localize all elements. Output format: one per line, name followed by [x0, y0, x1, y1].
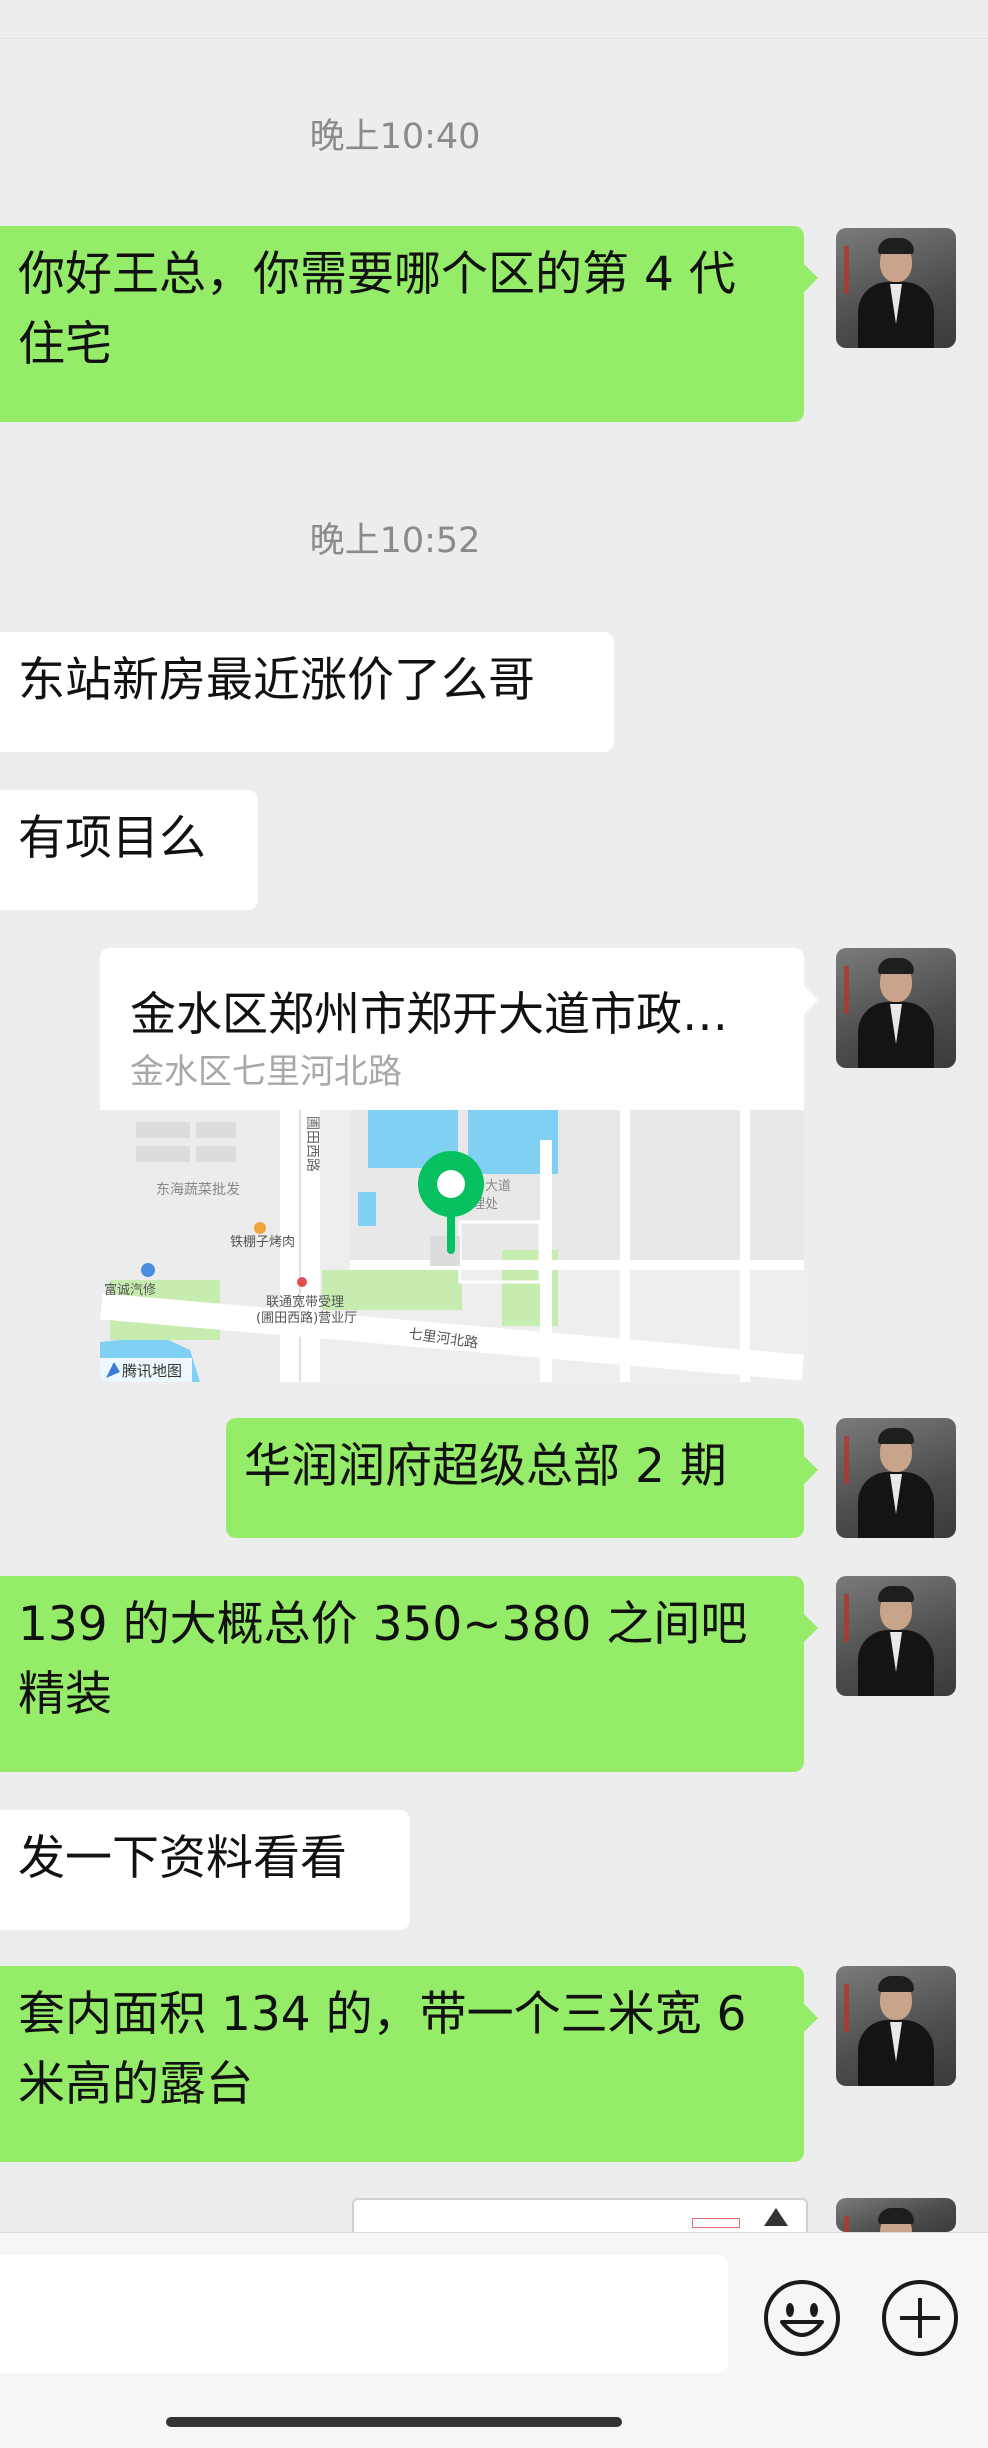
- message-text: 东站新房最近涨价了么哥: [18, 653, 535, 708]
- logo-icon: [764, 2208, 788, 2226]
- location-card[interactable]: 金水区郑州市郑开大道市政… 金水区七里河北路 圃田西路 东海蔬菜批发 铁棚子烤肉…: [100, 948, 804, 1382]
- message-text: 米高的露台: [18, 2057, 253, 2112]
- map-label: (圃田西路)营业厅: [256, 1310, 357, 1326]
- timestamp: 晚上10:40: [309, 117, 481, 157]
- smiley-icon[interactable]: [762, 2278, 842, 2358]
- avatar[interactable]: [836, 1966, 956, 2086]
- message-text: 华润润府超级总部 2 期: [244, 1439, 727, 1494]
- location-title: 金水区郑州市郑开大道市政…: [130, 987, 728, 1041]
- location-address: 金水区七里河北路: [130, 1052, 402, 1092]
- avatar[interactable]: [836, 228, 956, 348]
- avatar[interactable]: [836, 1576, 956, 1696]
- plus-icon[interactable]: [880, 2278, 960, 2358]
- message-bubble-outgoing[interactable]: 套内面积 134 的，带一个三米宽 6 米高的露台: [0, 1966, 818, 2162]
- avatar[interactable]: [836, 2198, 956, 2232]
- avatar[interactable]: [836, 1418, 956, 1538]
- map-preview[interactable]: 圃田西路 东海蔬菜批发 铁棚子烤肉 富诚汽修 联通宽带受理 (圃田西路)营业厅 …: [100, 1110, 804, 1382]
- message-input[interactable]: [0, 2255, 728, 2373]
- map-label: 圃田西路: [304, 1116, 320, 1172]
- message-bubble-outgoing[interactable]: 华润润府超级总部 2 期: [226, 1418, 818, 1538]
- message-text: 有项目么: [18, 811, 206, 866]
- message-bubble-incoming[interactable]: 发一下资料看看: [0, 1810, 410, 1930]
- message-bubble-outgoing[interactable]: 你好王总，你需要哪个区的第 4 代 住宅: [0, 226, 818, 422]
- timestamp: 晚上10:52: [309, 521, 481, 561]
- file-message-preview[interactable]: [352, 2198, 808, 2234]
- message-text: 住宅: [18, 317, 112, 372]
- message-text: 你好王总，你需要哪个区的第 4 代: [18, 247, 736, 302]
- top-divider: [0, 0, 988, 39]
- map-label: 联通宽带受理: [266, 1294, 344, 1310]
- message-text: 套内面积 134 的，带一个三米宽 6: [18, 1987, 747, 2042]
- message-text: 发一下资料看看: [18, 1831, 347, 1886]
- map-label: 铁棚子烤肉: [230, 1235, 295, 1250]
- document-mark: [692, 2218, 740, 2228]
- message-bubble-outgoing[interactable]: 139 的大概总价 350~380 之间吧 精装: [0, 1576, 818, 1772]
- map-label: 富诚汽修: [104, 1282, 156, 1298]
- message-bubble-incoming[interactable]: 有项目么: [0, 790, 258, 910]
- message-bubble-incoming[interactable]: 东站新房最近涨价了么哥: [0, 632, 614, 752]
- avatar[interactable]: [836, 948, 956, 1068]
- input-bar: [0, 2232, 988, 2448]
- map-brand: 腾讯地图: [122, 1362, 182, 1380]
- map-label: 东海蔬菜批发: [156, 1182, 240, 1198]
- message-text: 精装: [18, 1667, 112, 1722]
- home-indicator[interactable]: [166, 2417, 622, 2427]
- message-text: 139 的大概总价 350~380 之间吧: [18, 1597, 748, 1652]
